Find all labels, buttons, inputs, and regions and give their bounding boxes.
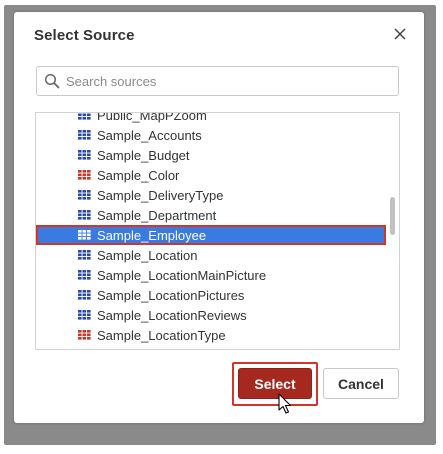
list-item[interactable]: Sample_Color <box>36 165 386 185</box>
list-item-label: Sample_LocationType <box>97 327 226 343</box>
list-item[interactable]: Sample_Location <box>36 245 386 265</box>
source-list-items: Public_MapPZoom Sample_Accounts Sample_Bud… <box>36 112 386 345</box>
list-item-label: Sample_Budget <box>97 147 190 163</box>
table-icon <box>78 270 91 280</box>
list-item[interactable]: Sample_LocationMainPicture <box>36 265 386 285</box>
list-item[interactable]: Sample_LocationReviews <box>36 305 386 325</box>
list-item-label: Sample_LocationReviews <box>97 307 247 323</box>
select-button[interactable]: Select <box>238 368 312 399</box>
list-item-label: Sample_Department <box>97 207 217 223</box>
search-input[interactable] <box>64 68 394 94</box>
list-scrollbar[interactable] <box>387 113 399 349</box>
list-item-label: Sample_Employee <box>97 227 207 243</box>
list-item[interactable]: Sample_LocationPictures <box>36 285 386 305</box>
close-button[interactable] <box>390 24 410 44</box>
table-icon <box>78 230 91 240</box>
table-icon <box>78 130 91 140</box>
table-icon <box>78 170 91 180</box>
table-icon <box>78 330 91 340</box>
scrollbar-thumb[interactable] <box>390 197 395 235</box>
dialog-title: Select Source <box>34 27 135 44</box>
list-item[interactable]: Public_MapPZoom <box>36 112 386 125</box>
table-icon <box>78 290 91 300</box>
list-item-label: Public_MapPZoom <box>97 112 207 123</box>
select-source-dialog: Select Source Public_MapPZoom Sample_Acco… <box>14 12 424 423</box>
source-list[interactable]: Public_MapPZoom Sample_Accounts Sample_Bud… <box>35 112 400 350</box>
list-item-label: Sample_Color <box>97 167 180 183</box>
list-item[interactable]: Sample_Employee <box>36 225 386 245</box>
mouse-pointer-icon <box>278 393 292 414</box>
table-icon <box>78 113 91 120</box>
table-icon <box>78 250 91 260</box>
list-item-label: Sample_LocationPictures <box>97 287 245 303</box>
list-item[interactable]: Sample_Accounts <box>36 125 386 145</box>
cancel-button[interactable]: Cancel <box>323 368 399 399</box>
list-item[interactable]: Sample_LocationType <box>36 325 386 345</box>
list-item-label: Sample_LocationMainPicture <box>97 267 267 283</box>
table-icon <box>78 150 91 160</box>
list-item[interactable]: Sample_DeliveryType <box>36 185 386 205</box>
table-icon <box>78 190 91 200</box>
list-item[interactable]: Sample_Department <box>36 205 386 225</box>
list-item-label: Sample_Accounts <box>97 127 202 143</box>
list-item[interactable]: Sample_Budget <box>36 145 386 165</box>
search-field[interactable] <box>36 66 399 96</box>
list-item-label: Sample_DeliveryType <box>97 187 224 203</box>
table-icon <box>78 210 91 220</box>
close-icon <box>394 28 406 40</box>
table-icon <box>78 310 91 320</box>
list-item-label: Sample_Location <box>97 247 198 263</box>
search-icon <box>44 73 60 89</box>
